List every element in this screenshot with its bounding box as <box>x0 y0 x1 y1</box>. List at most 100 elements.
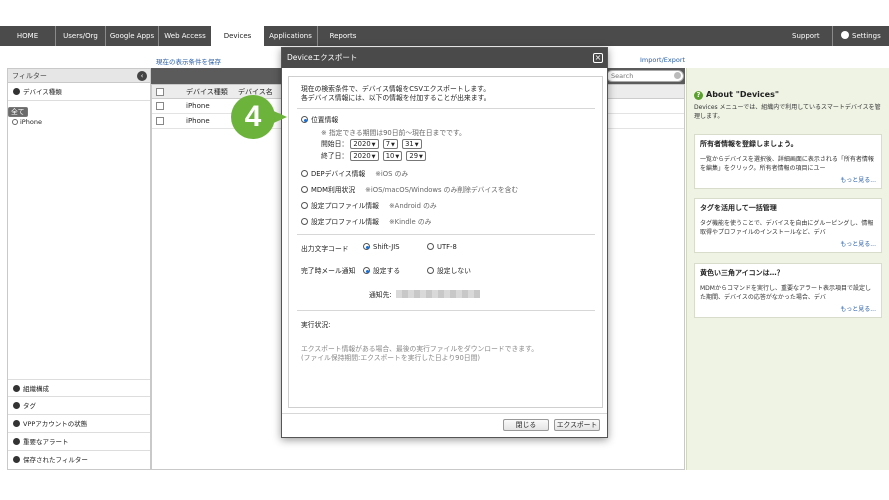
close-button[interactable]: 閉じる <box>503 419 549 431</box>
option-label: 設定プロファイル情報 <box>311 202 379 210</box>
start-month-select[interactable]: 7▼ <box>382 139 398 149</box>
about-card: 所有者情報を登録しましょう。 一覧からデバイスを選択後、詳細画面に表示される「所… <box>694 134 882 189</box>
card-text: MDMからコマンドを実行し、重要なアラート表示項目で設定した期間、デバイスの応答… <box>700 285 871 301</box>
filter-section-org[interactable]: 組織構成 <box>8 379 150 397</box>
filter-section-saved[interactable]: 保存されたフィルター <box>8 451 150 469</box>
divider <box>297 234 595 235</box>
filter-title: フィルター <box>12 72 47 80</box>
row-checkbox[interactable] <box>156 102 164 110</box>
nav-settings[interactable]: Settings <box>832 26 881 46</box>
description-line: 現在の検索条件で、デバイス情報をCSVエクスポートします。 <box>301 85 491 93</box>
question-icon: ? <box>694 91 703 100</box>
start-day-select[interactable]: 31▼ <box>402 139 422 149</box>
dialog-body: 現在の検索条件で、デバイス情報をCSVエクスポートします。 各デバイス情報には、… <box>288 76 603 408</box>
encoding-shiftjis[interactable]: Shift-JIS <box>363 243 400 251</box>
radio-icon[interactable] <box>301 202 308 209</box>
select-all-checkbox[interactable] <box>156 88 164 96</box>
option-profile-kindle[interactable]: 設定プロファイル情報 ※Kindle のみ <box>301 216 431 226</box>
nav-users-org[interactable]: Users/Org <box>56 26 106 46</box>
option-location[interactable]: 位置情報 <box>301 114 338 124</box>
filter-section-device-type[interactable]: デバイス種類 <box>8 83 150 101</box>
select-value: 31 <box>405 140 414 148</box>
card-text: タグ機能を使うことで、デバイスを自由にグルーピングし、情報取得やプロファイルのイ… <box>700 220 874 236</box>
nav-devices[interactable]: Devices <box>211 26 264 46</box>
radio-selected-icon[interactable] <box>363 243 370 250</box>
filter-section-tag[interactable]: タグ <box>8 397 150 415</box>
filter-header: フィルター ‹ <box>8 69 150 83</box>
nav-home[interactable]: HOME <box>0 26 56 46</box>
mail-label: 完了時メール通知 <box>301 267 356 275</box>
search-input[interactable]: Search <box>606 70 684 82</box>
status-line: (ファイル保持期間:エクスポートを実行した日より90日間) <box>301 354 481 362</box>
chevron-down-icon: ▼ <box>395 154 400 160</box>
end-year-select[interactable]: 2020▼ <box>350 151 379 161</box>
filter-section-vpp[interactable]: VPPアカウントの状態 <box>8 415 150 433</box>
chevron-down-icon: ▼ <box>391 142 395 148</box>
nav-web-access[interactable]: Web Access <box>159 26 211 46</box>
option-profile-android[interactable]: 設定プロファイル情報 ※Android のみ <box>301 200 437 210</box>
radio-selected-icon[interactable] <box>301 116 308 123</box>
plus-circle-icon <box>13 456 20 463</box>
option-label: DEPデバイス情報 <box>311 170 366 178</box>
radio-icon[interactable] <box>301 186 308 193</box>
nav-reports[interactable]: Reports <box>318 26 368 46</box>
option-note: ※iOS/macOS/Windows のみ削除デバイスを含む <box>365 186 519 194</box>
collapse-icon[interactable]: ‹ <box>137 71 147 81</box>
start-label: 開始日： <box>321 140 349 148</box>
about-card: タグを活用して一括管理 タグ機能を使うことで、デバイスを自由にグルーピングし、情… <box>694 198 882 253</box>
notify-label: 通知先: <box>369 291 392 299</box>
radio-icon[interactable] <box>427 267 434 274</box>
radio-icon[interactable] <box>301 170 308 177</box>
end-month-select[interactable]: 10▼ <box>382 151 403 161</box>
about-title: ? About "Devices" <box>694 90 779 100</box>
card-title: 所有者情報を登録しましょう。 <box>700 140 798 148</box>
radio-icon[interactable] <box>301 218 308 225</box>
export-dialog: Deviceエクスポート × 現在の検索条件で、デバイス情報をCSVエクスポート… <box>281 47 608 438</box>
row-checkbox[interactable] <box>156 117 164 125</box>
card-text: 一覧からデバイスを選択後、詳細画面に表示される「所有者情報を編集」をクリック。所… <box>700 156 874 172</box>
radio-selected-icon[interactable] <box>363 267 370 274</box>
end-day-select[interactable]: 29▼ <box>406 151 426 161</box>
import-export-link[interactable]: Import/Export <box>640 56 685 64</box>
export-button[interactable]: エクスポート <box>554 419 600 431</box>
save-view-link[interactable]: 現在の表示条件を保存 <box>156 56 221 66</box>
nav-google-apps[interactable]: Google Apps <box>106 26 159 46</box>
step-badge: 4 <box>231 95 287 139</box>
radio-icon[interactable] <box>427 243 434 250</box>
nav-applications[interactable]: Applications <box>264 26 318 46</box>
more-link[interactable]: もっと見る... <box>700 175 876 184</box>
notify-row: 通知先: <box>369 289 480 299</box>
chevron-down-icon: ▼ <box>419 154 423 160</box>
nav-support[interactable]: Support <box>792 26 820 46</box>
dialog-title: Deviceエクスポート <box>287 53 358 62</box>
encoding-utf8[interactable]: UTF-8 <box>427 243 457 251</box>
filter-section-alert[interactable]: 重要なアラート <box>8 433 150 451</box>
more-link[interactable]: もっと見る... <box>700 304 876 313</box>
option-label: Shift-JIS <box>373 243 400 251</box>
cell-device-type: iPhone <box>186 117 210 125</box>
cell-device-type: iPhone <box>186 102 210 110</box>
plus-circle-icon <box>13 438 20 445</box>
column-device-type[interactable]: デバイス種類 <box>186 85 228 99</box>
location-note: ※ 指定できる期間は90日前〜現在日までです。 <box>321 129 466 137</box>
about-title-text: About "Devices" <box>706 90 780 99</box>
filter-sidebar: フィルター ‹ デバイス種類 全て iPhone 組織構成 タグ VPPアカウン… <box>7 68 151 470</box>
mail-off[interactable]: 設定しない <box>427 265 471 275</box>
more-link[interactable]: もっと見る... <box>700 239 876 248</box>
about-description: Devices メニューでは、組織内で利用しているスマートデバイスを管理します。 <box>694 104 881 120</box>
card-title: タグを活用して一括管理 <box>700 204 777 212</box>
option-mdm[interactable]: MDM利用状況 ※iOS/macOS/Windows のみ削除デバイスを含む <box>301 184 518 194</box>
start-year-select[interactable]: 2020▼ <box>350 139 379 149</box>
option-dep[interactable]: DEPデバイス情報 ※iOS のみ <box>301 168 408 178</box>
clear-icon[interactable] <box>674 72 681 79</box>
select-value: 10 <box>385 152 395 160</box>
filter-item-iphone[interactable]: iPhone <box>8 117 150 127</box>
filter-item-label: iPhone <box>20 118 42 126</box>
dialog-header: Deviceエクスポート × <box>282 48 607 68</box>
mail-on[interactable]: 設定する <box>363 265 400 275</box>
dialog-description: 現在の検索条件で、デバイス情報をCSVエクスポートします。 各デバイス情報には、… <box>301 85 490 103</box>
gear-icon <box>841 31 849 39</box>
close-icon[interactable]: × <box>593 53 603 63</box>
filter-item-all[interactable]: 全て <box>8 107 28 117</box>
radio-icon <box>12 119 18 125</box>
